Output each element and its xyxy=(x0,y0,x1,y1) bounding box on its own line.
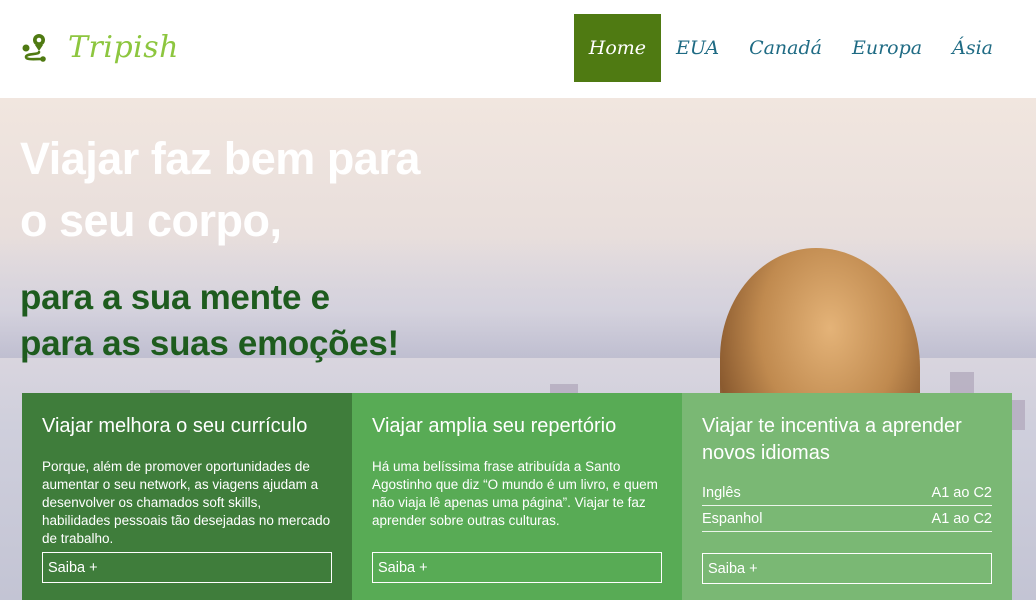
hero-subheadline-line2: para as suas emoções! xyxy=(20,324,399,363)
card-text: Há uma belíssima frase atribuída a Santo… xyxy=(372,459,658,528)
card-idiomas: Viajar te incentiva a aprender novos idi… xyxy=(682,393,1012,600)
main-nav: Home EUA Canadá Europa Ásia xyxy=(573,14,1008,82)
hero-subheadline: para a sua mente e para as suas emoções! xyxy=(20,275,480,367)
card-title: Viajar melhora o seu currículo xyxy=(42,415,308,437)
saiba-mais-button[interactable]: Saiba + xyxy=(702,553,992,584)
language-name: Espanhol xyxy=(702,511,763,527)
language-name: Inglês xyxy=(702,485,741,501)
nav-item-europa[interactable]: Europa xyxy=(837,14,937,82)
route-pin-icon xyxy=(22,33,46,62)
nav-item-asia[interactable]: Ásia xyxy=(937,14,1008,82)
nav-item-eua[interactable]: EUA xyxy=(661,14,734,82)
card-title: Viajar te incentiva a aprender novos idi… xyxy=(702,415,962,464)
card-title: Viajar amplia seu repertório xyxy=(372,415,617,437)
language-list: Inglês A1 ao C2 Espanhol A1 ao C2 xyxy=(702,483,992,532)
language-level: A1 ao C2 xyxy=(931,511,992,527)
feature-cards: Viajar melhora o seu currículo Porque, a… xyxy=(22,393,1012,600)
language-level: A1 ao C2 xyxy=(931,485,992,501)
language-row: Espanhol A1 ao C2 xyxy=(702,509,992,532)
nav-item-home[interactable]: Home xyxy=(573,14,662,82)
hero-headline-line1: Viajar faz bem para xyxy=(20,133,420,184)
card-repertorio: Viajar amplia seu repertório Há uma belí… xyxy=(352,393,682,600)
saiba-mais-button[interactable]: Saiba + xyxy=(42,552,332,583)
hero-headline-line2: o seu corpo, xyxy=(20,195,282,246)
nav-item-canada[interactable]: Canadá xyxy=(734,14,837,82)
card-curriculo: Viajar melhora o seu currículo Porque, a… xyxy=(22,393,352,600)
hero-subheadline-line1: para a sua mente e xyxy=(20,278,330,317)
site-header: Tripish Home EUA Canadá Europa Ásia xyxy=(0,0,1036,98)
brand-name: Tripish xyxy=(68,30,179,65)
card-text: Porque, além de promover oportunidades d… xyxy=(42,459,331,546)
saiba-mais-button[interactable]: Saiba + xyxy=(372,552,662,583)
language-row: Inglês A1 ao C2 xyxy=(702,483,992,506)
hero-headline: Viajar faz bem para o seu corpo, xyxy=(20,128,480,252)
brand-logo[interactable]: Tripish xyxy=(20,30,179,65)
